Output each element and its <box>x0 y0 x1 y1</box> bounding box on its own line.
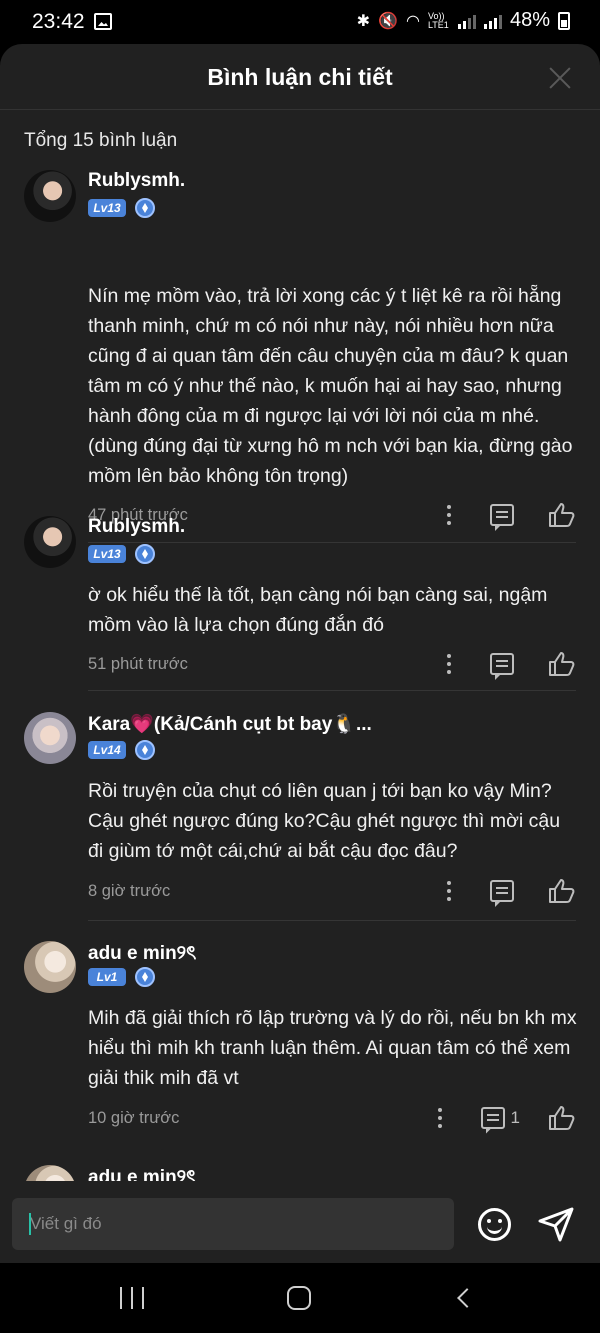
system-nav-bar <box>0 1263 600 1333</box>
divider <box>88 690 576 691</box>
back-icon[interactable] <box>457 1288 477 1308</box>
comment-actions <box>438 651 576 677</box>
status-time: 23:42 <box>32 10 85 33</box>
avatar[interactable] <box>24 1165 76 1181</box>
status-bar: 23:42 ✱ 🔇 ◠ Vo)) LTE1 48% <box>0 0 600 44</box>
avatar[interactable] <box>24 170 76 222</box>
more-options-icon[interactable] <box>429 1106 451 1130</box>
avatar[interactable] <box>24 941 76 993</box>
battery-icon <box>558 11 570 30</box>
avatar[interactable] <box>24 712 76 764</box>
sheet-header: Bình luận chi tiết <box>0 44 600 110</box>
status-icons: ✱ 🔇 ◠ Vo)) LTE1 48% <box>357 9 570 32</box>
home-icon[interactable] <box>287 1286 311 1310</box>
comment-text: Nín mẹ mồm vào, trả lời xong các ý t liệ… <box>88 285 573 487</box>
emoji-icon[interactable] <box>478 1208 511 1241</box>
level-badge: Lv1 <box>88 968 126 986</box>
comment-total: Tổng 15 bình luận <box>24 130 178 151</box>
avatar[interactable] <box>24 516 76 568</box>
reply-icon[interactable] <box>490 653 514 675</box>
like-icon[interactable] <box>548 1105 576 1131</box>
comment-composer <box>0 1186 600 1263</box>
close-icon[interactable] <box>548 66 572 90</box>
gallery-notification-icon <box>94 13 112 30</box>
comment-username[interactable]: Kara💗(Kả/Cánh cụt bt bay🐧... <box>88 712 372 736</box>
verified-badge-icon <box>135 967 155 987</box>
bluetooth-icon: ✱ <box>356 12 371 30</box>
more-options-icon[interactable] <box>438 652 460 676</box>
like-icon[interactable] <box>548 651 576 677</box>
comments-sheet: Bình luận chi tiết Tổng 15 bình luận Rub… <box>0 44 600 1263</box>
divider <box>88 542 576 543</box>
level-badge: Lv13 <box>88 199 126 217</box>
verified-badge-icon <box>135 740 155 760</box>
signal-2-icon <box>483 13 502 29</box>
verified-badge-icon <box>135 544 155 564</box>
level-badge: Lv13 <box>88 545 126 563</box>
comment-actions: 1 <box>429 1105 576 1131</box>
reply-icon[interactable] <box>480 1107 505 1129</box>
comment-username[interactable]: Rublysmh. <box>88 516 185 538</box>
like-icon[interactable] <box>548 878 576 904</box>
comment-text: Rồi truyện của chụt có liên quan j tới b… <box>88 780 561 862</box>
more-options-icon[interactable] <box>438 503 460 527</box>
comment-list[interactable]: Rublysmh. Lv13 Nín mẹ mồm vào, trả lời x… <box>0 166 600 1181</box>
reply-icon[interactable] <box>490 880 514 902</box>
like-icon[interactable] <box>548 502 576 528</box>
comment-time: 10 giờ trước <box>88 1109 180 1127</box>
reply-count: 1 <box>510 1108 520 1127</box>
signal-1-icon <box>457 13 476 29</box>
comment-text: ờ ok hiểu thế là tốt, bạn càng nói bạn c… <box>88 584 548 636</box>
comment-text: Mih đã giải thích rõ lập trường và lý do… <box>88 1007 577 1089</box>
level-badge: Lv14 <box>88 741 126 759</box>
send-icon[interactable] <box>537 1206 575 1242</box>
network-label: Vo)) LTE1 <box>427 10 449 30</box>
verified-badge-icon <box>135 198 155 218</box>
comment-actions <box>438 878 576 904</box>
comment-username[interactable]: adu e min୨ৎ <box>88 1163 196 1181</box>
divider <box>88 920 576 921</box>
reply-icon[interactable] <box>490 504 514 526</box>
wifi-icon: ◠ <box>406 12 420 30</box>
mute-icon: 🔇 <box>378 12 398 30</box>
more-options-icon[interactable] <box>438 879 460 903</box>
text-caret <box>29 1213 31 1235</box>
recent-apps-icon[interactable] <box>120 1287 144 1309</box>
comment-time: 8 giờ trước <box>88 882 171 900</box>
comment-time: 51 phút trước <box>88 655 188 673</box>
comment-username[interactable]: Rublysmh. <box>88 170 185 192</box>
page-title: Bình luận chi tiết <box>207 64 393 90</box>
battery-percent: 48% <box>509 9 550 31</box>
comment-input[interactable] <box>12 1198 454 1250</box>
comment-actions <box>438 502 576 528</box>
